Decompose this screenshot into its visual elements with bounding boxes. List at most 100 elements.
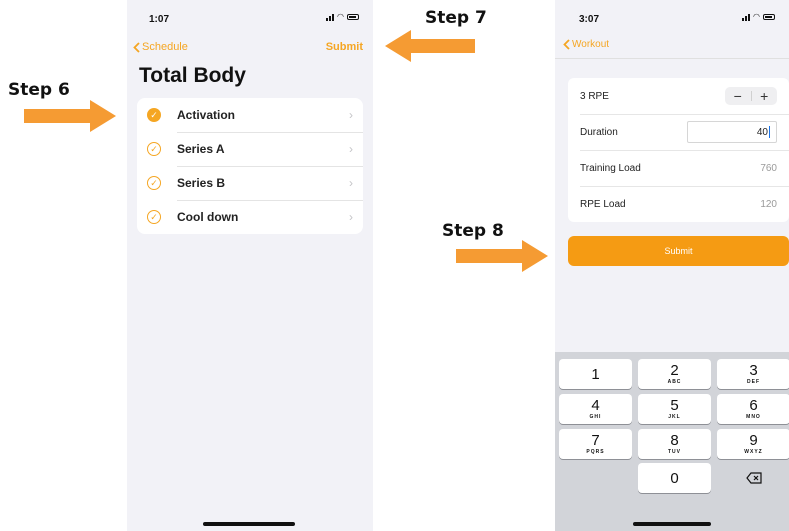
key-0[interactable]: 0 (638, 463, 711, 493)
home-indicator (203, 522, 295, 526)
chevron-right-icon: › (349, 210, 353, 224)
chevron-left-icon (133, 41, 140, 53)
list-item-series-a[interactable]: ✓ Series A › (137, 132, 363, 166)
chevron-left-icon (563, 39, 570, 50)
nav-bar: Schedule Submit (127, 38, 373, 58)
list-item-cool-down[interactable]: ✓ Cool down › (137, 200, 363, 234)
key-8[interactable]: 8 TUV (638, 429, 711, 459)
key-letters: WXYZ (744, 449, 763, 455)
wifi-icon: ◠ (337, 12, 344, 21)
key-letters: JKL (668, 414, 681, 420)
status-icons: ◠ (742, 13, 775, 21)
rpe-load-label: RPE Load (580, 198, 626, 210)
status-bar: 1:07 ◠ (127, 0, 373, 34)
signal-icon (326, 13, 335, 21)
key-letters: PQRS (586, 449, 605, 455)
stepper-minus-button[interactable]: − (725, 87, 751, 105)
key-letters: MNO (746, 414, 761, 420)
home-indicator (633, 522, 711, 526)
list-item-series-b[interactable]: ✓ Series B › (137, 166, 363, 200)
checkmark-circle-icon: ✓ (147, 108, 161, 122)
schedule-screen: 1:07 ◠ Schedule Submit Total Body ✓ Acti… (127, 0, 373, 531)
key-2[interactable]: 2 ABC (638, 359, 711, 389)
tutorial-stage: Step 6 Step 7 Step 8 1:07 ◠ Schedule Sub… (0, 0, 789, 531)
key-letters: DEF (747, 379, 760, 385)
numeric-keypad: 1 2 ABC 3 DEF 4 GHI 5 JKL 6 MNO 7 PQRS 8… (555, 352, 789, 531)
training-load-row: Training Load 760 (568, 150, 789, 186)
duration-label: Duration (580, 126, 618, 138)
back-button-label: Schedule (142, 41, 188, 53)
key-9[interactable]: 9 WXYZ (717, 429, 789, 459)
key-digit: 5 (670, 397, 679, 414)
step-7-arrow-icon (385, 30, 475, 62)
rpe-row: 3 RPE − + (568, 78, 789, 114)
stepper-plus-button[interactable]: + (752, 87, 778, 105)
step-8-label: Step 8 (442, 221, 504, 241)
key-digit: 2 (670, 362, 679, 379)
backspace-icon (745, 472, 762, 484)
step-8-arrow-icon (456, 240, 548, 272)
key-digit: 7 (591, 432, 600, 449)
step-6-arrow-icon (24, 100, 116, 132)
duration-field[interactable]: 40 (687, 121, 777, 143)
step-7-label: Step 7 (425, 8, 487, 28)
status-time: 3:07 (579, 14, 600, 25)
key-4[interactable]: 4 GHI (559, 394, 632, 424)
delete-key[interactable] (717, 463, 789, 493)
key-6[interactable]: 6 MNO (717, 394, 789, 424)
key-digit: 8 (670, 432, 679, 449)
submit-button[interactable]: Submit (568, 236, 789, 266)
wifi-icon: ◠ (753, 12, 760, 21)
key-digit: 3 (749, 362, 758, 379)
step-6-label: Step 6 (8, 80, 70, 100)
page-title: Total Body (139, 64, 246, 87)
list-item-label: Series A (177, 142, 225, 156)
duration-value: 40 (756, 126, 768, 138)
battery-icon (347, 14, 359, 20)
key-1[interactable]: 1 (559, 359, 632, 389)
rpe-load-row: RPE Load 120 (568, 186, 789, 222)
submit-button[interactable]: Submit (326, 41, 363, 53)
signal-icon (742, 13, 751, 21)
back-button[interactable]: Workout (563, 39, 609, 50)
training-load-value: 760 (760, 162, 777, 174)
chevron-right-icon: › (349, 176, 353, 190)
back-button[interactable]: Schedule (133, 41, 188, 53)
rpe-form: 3 RPE − + Duration 40 Training Load 760 … (568, 78, 789, 222)
list-item-label: Activation (177, 108, 236, 122)
key-5[interactable]: 5 JKL (638, 394, 711, 424)
rpe-stepper: − + (725, 87, 777, 105)
key-digit: 6 (749, 397, 758, 414)
key-digit: 9 (749, 432, 758, 449)
list-item-activation[interactable]: ✓ Activation › (137, 98, 363, 132)
checkmark-circle-icon: ✓ (147, 142, 161, 156)
key-digit: 0 (670, 469, 679, 487)
key-blank (559, 463, 632, 493)
key-letters: TUV (668, 449, 681, 455)
list-item-label: Series B (177, 176, 226, 190)
workout-screen: 3:07 ◠ Workout 3 RPE − + Duration 40 Tra… (555, 0, 789, 531)
checkmark-circle-icon: ✓ (147, 176, 161, 190)
key-letters: ABC (667, 379, 682, 385)
workout-list: ✓ Activation › ✓ Series A › ✓ Series B ›… (137, 98, 363, 234)
key-digit: 1 (591, 365, 600, 383)
checkmark-circle-icon: ✓ (147, 210, 161, 224)
text-caret (769, 126, 770, 138)
list-item-label: Cool down (177, 210, 239, 224)
key-3[interactable]: 3 DEF (717, 359, 789, 389)
chevron-right-icon: › (349, 108, 353, 122)
duration-row: Duration 40 (568, 114, 789, 150)
rpe-label: 3 RPE (580, 90, 609, 102)
chevron-right-icon: › (349, 142, 353, 156)
status-icons: ◠ (326, 13, 359, 21)
status-time: 1:07 (149, 14, 170, 25)
rpe-load-value: 120 (760, 198, 777, 210)
battery-icon (763, 14, 775, 20)
training-load-label: Training Load (580, 162, 641, 174)
nav-divider (555, 58, 789, 59)
key-7[interactable]: 7 PQRS (559, 429, 632, 459)
key-letters: GHI (589, 414, 602, 420)
back-button-label: Workout (572, 39, 610, 50)
key-digit: 4 (591, 397, 600, 414)
nav-bar: Workout (555, 36, 789, 56)
